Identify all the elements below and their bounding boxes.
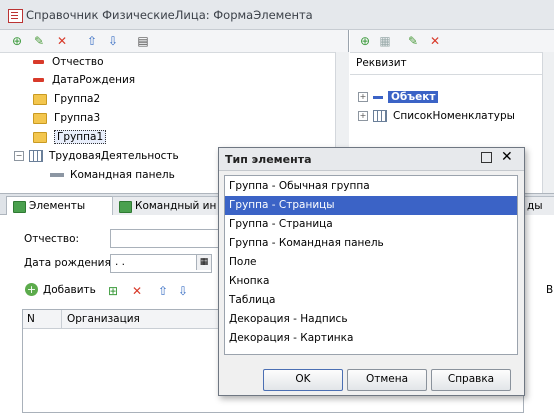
- elements-toolbar: ⊕ ✎ ✕ ⇧ ⇩ ▤: [0, 30, 348, 53]
- folder-icon: [33, 131, 47, 143]
- add-icon: +: [25, 283, 38, 296]
- close-icon[interactable]: ✕: [501, 149, 513, 165]
- move-down-icon[interactable]: ⇩: [106, 34, 120, 48]
- list-item[interactable]: Декорация - Надпись: [225, 310, 517, 329]
- move-down-icon[interactable]: ⇩: [178, 284, 188, 298]
- elements-tab-icon: [13, 201, 26, 213]
- attribute-nomenclature-list[interactable]: + СписокНоменклатуры: [358, 107, 515, 125]
- list-item[interactable]: Таблица: [225, 291, 517, 310]
- patronymic-label: Отчество:: [24, 233, 80, 245]
- dialog-title: Тип элемента: [225, 153, 312, 166]
- tree-item-command-panel[interactable]: Командная панель: [50, 166, 175, 184]
- list-item[interactable]: Группа - Командная панель: [225, 234, 517, 253]
- dialog-titlebar: Тип элемента ✕: [219, 148, 524, 171]
- add-column-icon[interactable]: ▦: [378, 34, 392, 48]
- tree-item-group1[interactable]: Группа1: [33, 128, 107, 146]
- calendar-icon[interactable]: ▦: [196, 255, 211, 270]
- tree-item-otchestvo[interactable]: Отчество: [33, 53, 104, 71]
- tree-item-group3[interactable]: Группа3: [33, 109, 100, 127]
- help-button[interactable]: Справка: [431, 369, 511, 391]
- edit-icon[interactable]: ✎: [32, 34, 46, 48]
- column-divider: [61, 310, 62, 328]
- attributes-toolbar: ⊕ ▦ ✎ ✕: [350, 30, 554, 53]
- right-edge-text: В: [546, 284, 554, 296]
- attribute-object[interactable]: + Объект: [358, 88, 439, 106]
- add-row-button[interactable]: + Добавить: [25, 281, 96, 299]
- folder-icon: [33, 93, 47, 105]
- add-attribute-icon[interactable]: ⊕: [358, 34, 372, 48]
- cancel-button[interactable]: Отмена: [347, 369, 427, 391]
- list-item-selected[interactable]: Группа - Страницы: [225, 196, 517, 215]
- list-item[interactable]: Кнопка: [225, 272, 517, 291]
- command-panel-icon: [50, 173, 64, 177]
- table-icon: [29, 150, 43, 162]
- tab-partial[interactable]: ды: [522, 196, 554, 215]
- add-icon[interactable]: ⊕: [10, 34, 24, 48]
- field-icon: [33, 60, 44, 64]
- column-header-n: N: [27, 313, 35, 325]
- birthdate-label: Дата рождения:: [24, 257, 115, 269]
- tree-item-group2[interactable]: Группа2: [33, 90, 100, 108]
- delete-row-icon[interactable]: ✕: [132, 284, 142, 298]
- delete-icon[interactable]: ✕: [428, 34, 442, 48]
- tab-elements[interactable]: Элементы: [6, 196, 124, 215]
- tree-item-work-history[interactable]: − ТрудоваяДеятельность: [14, 147, 179, 165]
- attributes-column-header: Реквизит: [350, 52, 554, 75]
- table-icon: [373, 110, 387, 122]
- copy-row-icon[interactable]: ⊞: [108, 284, 118, 298]
- attributes-scrollbar[interactable]: [542, 52, 554, 193]
- move-up-icon[interactable]: ⇧: [158, 284, 168, 298]
- list-item[interactable]: Группа - Обычная группа: [225, 177, 517, 196]
- move-up-icon[interactable]: ⇧: [85, 34, 99, 48]
- maximize-icon[interactable]: [481, 152, 492, 163]
- object-icon: [373, 95, 383, 99]
- expand-icon[interactable]: +: [358, 111, 368, 121]
- birthdate-input[interactable]: . . ▦: [110, 254, 212, 273]
- edit-icon[interactable]: ✎: [406, 34, 420, 48]
- patronymic-input[interactable]: [110, 229, 232, 248]
- expand-icon[interactable]: +: [358, 92, 368, 102]
- folder-icon: [33, 112, 47, 124]
- command-tab-icon: [119, 201, 132, 213]
- element-type-list[interactable]: Группа - Обычная группа Группа - Страниц…: [224, 175, 518, 355]
- column-header-organization: Организация: [67, 313, 140, 325]
- more-actions-icon[interactable]: ▤: [136, 34, 150, 48]
- ok-button[interactable]: OK: [263, 369, 343, 391]
- field-icon: [33, 78, 44, 82]
- list-item[interactable]: Поле: [225, 253, 517, 272]
- list-item[interactable]: Декорация - Картинка: [225, 329, 517, 348]
- element-type-dialog: Тип элемента ✕ Группа - Обычная группа Г…: [218, 147, 525, 396]
- delete-icon[interactable]: ✕: [55, 34, 69, 48]
- window-title: Справочник ФизическиеЛица: ФормаЭлемента: [26, 8, 313, 22]
- window-titlebar: Справочник ФизическиеЛица: ФормаЭлемента: [0, 0, 554, 30]
- tree-item-birthdate[interactable]: ДатаРождения: [33, 71, 135, 89]
- list-item[interactable]: Группа - Страница: [225, 215, 517, 234]
- collapse-icon[interactable]: −: [14, 151, 24, 161]
- app-icon: [8, 9, 23, 23]
